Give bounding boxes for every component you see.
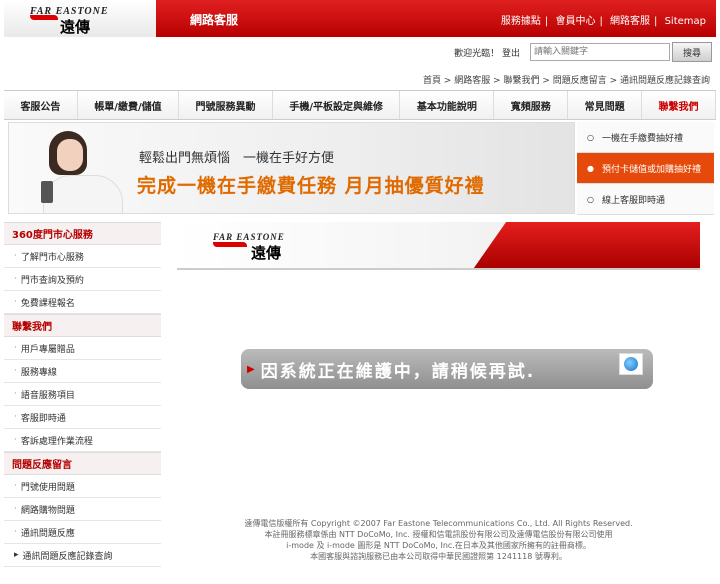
logout-link[interactable]: 登出 bbox=[502, 49, 520, 59]
link-online-service[interactable]: 網路客服 bbox=[610, 16, 650, 27]
promo-item-mobile-payment[interactable]: ○ 一機在手繳費抽好禮 bbox=[577, 122, 714, 153]
banner-woman-image bbox=[39, 129, 125, 213]
content-logo-english: FAR EASTONE bbox=[213, 232, 285, 242]
logo-chinese-text: 遠傳 bbox=[60, 18, 91, 36]
arrow-right-icon: ▶ bbox=[247, 363, 255, 375]
sidebar-item-store-service[interactable]: · 了解門市心服務 bbox=[4, 245, 161, 268]
welcome-text: 歡迎光臨！ 登出 bbox=[454, 48, 520, 59]
sidebar-item-telecom-feedback[interactable]: · 通訊問題反應 bbox=[4, 521, 161, 544]
footer-copyright: 遠傳電信版權所有 Copyright ©2007 Far Eastone Tel… bbox=[244, 519, 633, 528]
sidebar-item-number-issues[interactable]: · 門號使用問題 bbox=[4, 475, 161, 498]
globe-shape bbox=[624, 357, 638, 371]
bullet-icon: ● bbox=[587, 163, 594, 173]
breadcrumb[interactable]: 首頁 > 網路客服 > 聯繫我們 > 問題反應留言 > 通訊問題反應記錄查詢 bbox=[423, 73, 710, 86]
nav-faq[interactable]: 常見問題 bbox=[568, 91, 643, 119]
sidebar-item-gifts[interactable]: · 用戶專屬贈品 bbox=[4, 337, 161, 360]
main-nav: 客服公告 帳單/繳費/儲值 門號服務異動 手機/平板設定與維修 基本功能說明 寬… bbox=[4, 90, 716, 120]
sidebar-heading-feedback[interactable]: 問題反應留言 bbox=[4, 452, 161, 475]
maintenance-message-box: ▶ 因系統正在維護中，請稍候再試. bbox=[241, 349, 653, 389]
bullet-icon: · bbox=[14, 412, 17, 422]
sidebar: 360度門市心服務 · 了解門市心服務 · 門市查詢及預約 · 免費課程報名 聯繫我們… bbox=[4, 222, 161, 567]
face-shape bbox=[57, 139, 83, 171]
banner-headline: 完成一機在手繳費任務 月月抽優質好禮 bbox=[137, 175, 485, 197]
sidebar-heading-contact[interactable]: 聯繫我們 bbox=[4, 314, 161, 337]
bullet-icon: · bbox=[14, 527, 17, 537]
promo-menu: ○ 一機在手繳費抽好禮 ● 預付卡儲值或加購抽好禮 ○ 線上客服即時通 bbox=[577, 122, 714, 215]
bullet-icon: · bbox=[14, 366, 17, 376]
sidebar-item-free-courses[interactable]: · 免費課程報名 bbox=[4, 291, 161, 314]
top-links: 服務據點 | 會員中心 | 網路客服 | Sitemap bbox=[501, 12, 706, 27]
body-shape bbox=[43, 175, 123, 213]
nav-device-settings[interactable]: 手機/平板設定與維修 bbox=[273, 91, 401, 119]
sidebar-item-hotline[interactable]: · 服務專線 bbox=[4, 360, 161, 383]
nav-number-changes[interactable]: 門號服務異動 bbox=[179, 91, 273, 119]
sidebar-item-shopping-issues[interactable]: · 網路購物問題 bbox=[4, 498, 161, 521]
promo-item-prepaid-topup[interactable]: ● 預付卡儲值或加購抽好禮 bbox=[577, 153, 714, 184]
arrow-right-icon: ▸ bbox=[14, 550, 19, 560]
bullet-icon: · bbox=[14, 481, 17, 491]
nav-contact-us[interactable]: 聯繫我們 bbox=[642, 91, 716, 119]
nav-basic-features[interactable]: 基本功能說明 bbox=[400, 91, 495, 119]
search-button[interactable]: 搜尋 bbox=[672, 42, 712, 62]
account-search-row: 歡迎光臨！ 登出 搜尋 bbox=[454, 42, 712, 62]
section-title: 網路客服 bbox=[190, 13, 239, 27]
footer-license: 本註冊服務標章係由 NTT DoCoMo, Inc. 授權和信電訊股份有限公司及… bbox=[264, 530, 613, 539]
link-separator: | bbox=[599, 16, 603, 27]
promo-banner[interactable]: 輕鬆出門無煩惱 一機在手好方便 完成一機在手繳費任務 月月抽優質好禮 bbox=[8, 122, 575, 214]
link-separator: | bbox=[654, 16, 658, 27]
bullet-icon: · bbox=[14, 343, 17, 353]
nav-service-notice[interactable]: 客服公告 bbox=[4, 91, 78, 119]
promo-item-live-chat[interactable]: ○ 線上客服即時通 bbox=[577, 184, 714, 215]
footer-patent: 本國客服與諮詢服務已由本公司取得中華民國證照第 1241118 號專利。 bbox=[310, 552, 567, 561]
far-eastone-logo[interactable]: FAR EASTONE 遠傳 bbox=[4, 0, 156, 37]
globe-icon bbox=[619, 353, 643, 375]
bullet-icon: ○ bbox=[587, 132, 594, 142]
bullet-icon: · bbox=[14, 435, 17, 445]
bullet-icon: · bbox=[14, 504, 17, 514]
nav-billing[interactable]: 帳單/繳費/儲值 bbox=[78, 91, 180, 119]
link-sitemap[interactable]: Sitemap bbox=[665, 16, 706, 27]
bullet-icon: · bbox=[14, 389, 17, 399]
bullet-icon: · bbox=[14, 274, 17, 284]
bullet-icon: · bbox=[14, 297, 17, 307]
sidebar-item-complaint-process[interactable]: · 客訴處理作業流程 bbox=[4, 429, 161, 452]
sidebar-item-feedback-records[interactable]: ▸ 通訊問題反應記錄查詢 bbox=[4, 544, 161, 567]
header-red-bar: 網路客服 服務據點 | 會員中心 | 網路客服 | Sitemap bbox=[156, 0, 716, 37]
sidebar-heading-store-service[interactable]: 360度門市心服務 bbox=[4, 222, 161, 245]
search-input[interactable] bbox=[530, 43, 670, 61]
footer: 遠傳電信版權所有 Copyright ©2007 Far Eastone Tel… bbox=[177, 518, 700, 562]
content-logo-chinese: 遠傳 bbox=[251, 244, 282, 262]
banner-tagline: 輕鬆出門無煩惱 一機在手好方便 bbox=[139, 151, 335, 166]
sidebar-item-live-chat[interactable]: · 客服即時通 bbox=[4, 406, 161, 429]
link-separator: | bbox=[544, 16, 549, 27]
link-store-locations[interactable]: 服務據點 bbox=[501, 16, 541, 27]
sidebar-item-voice-services[interactable]: · 語音服務項目 bbox=[4, 383, 161, 406]
footer-trademark: i-mode 及 i-mode 圖形是 NTT DoCoMo, Inc.在日本及… bbox=[286, 541, 591, 550]
header-red-stripe bbox=[473, 222, 700, 268]
bullet-icon: ○ bbox=[587, 194, 594, 204]
maintenance-message: 因系統正在維護中，請稍候再試. bbox=[260, 361, 536, 382]
logo-swoosh-icon bbox=[30, 15, 58, 20]
content-header: FAR EASTONE 遠傳 bbox=[177, 222, 700, 270]
nav-broadband[interactable]: 寬頻服務 bbox=[494, 91, 569, 119]
bullet-icon: · bbox=[14, 251, 17, 261]
main-content: FAR EASTONE 遠傳 ▶ 因系統正在維護中，請稍候再試. 遠傳電信版權所… bbox=[177, 222, 700, 572]
phone-icon bbox=[41, 181, 53, 203]
content-logo-swoosh-icon bbox=[213, 242, 247, 247]
top-header: FAR EASTONE 遠傳 網路客服 服務據點 | 會員中心 | 網路客服 | Si… bbox=[4, 0, 716, 37]
sidebar-item-store-search[interactable]: · 門市查詢及預約 bbox=[4, 268, 161, 291]
link-member-center[interactable]: 會員中心 bbox=[555, 16, 595, 27]
